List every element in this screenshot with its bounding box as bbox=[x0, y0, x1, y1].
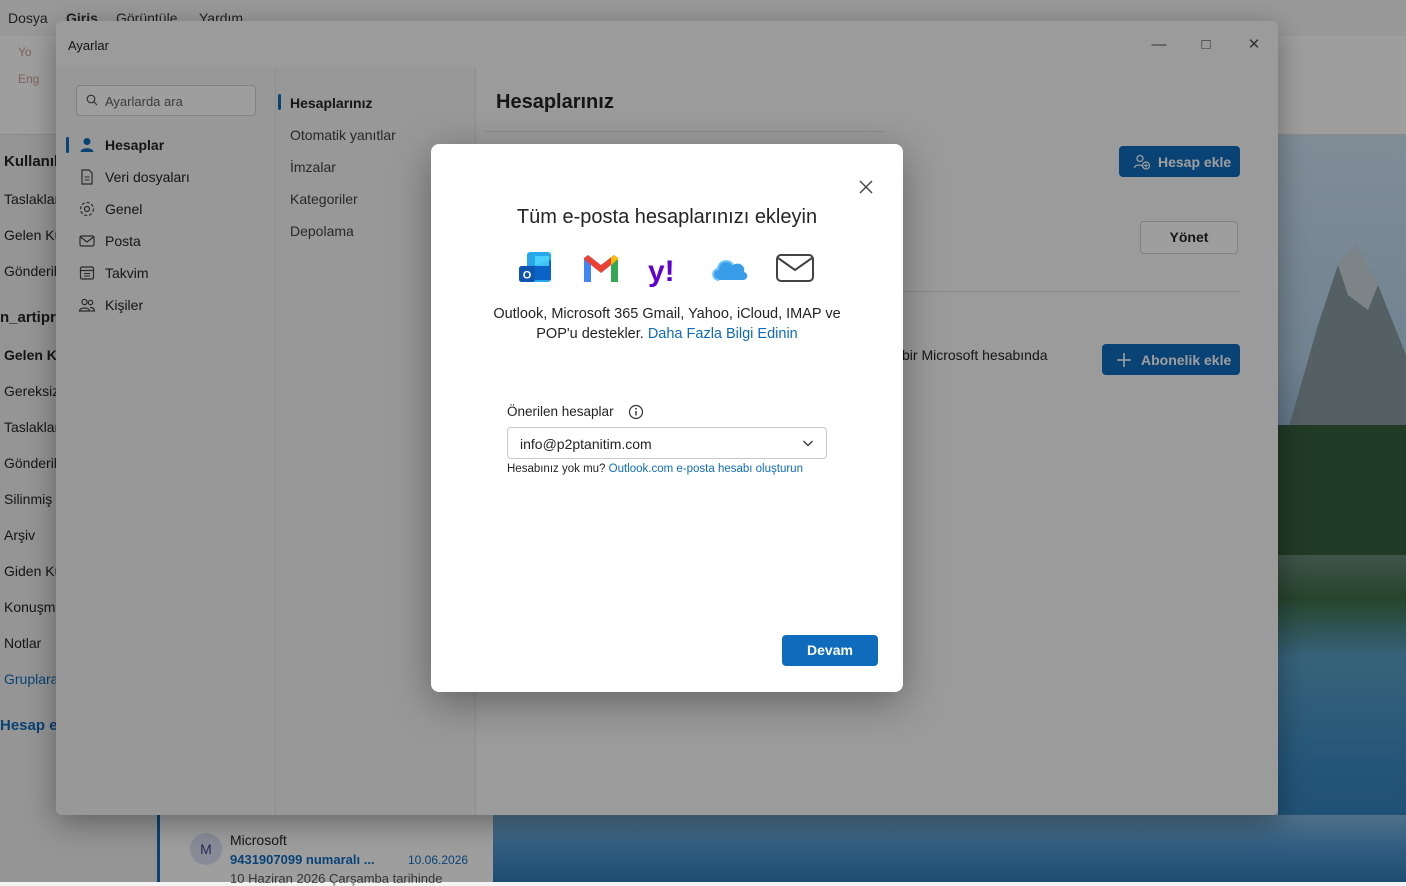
yahoo-icon: y! bbox=[648, 255, 675, 288]
add-account-dialog: Tüm e-posta hesaplarınızı ekleyin O y! O… bbox=[431, 144, 903, 692]
learn-more-link[interactable]: Daha Fazla Bilgi Edinin bbox=[648, 326, 798, 342]
dialog-description: Outlook, Microsoft 365 Gmail, Yahoo, iCl… bbox=[491, 304, 843, 344]
gmail-icon bbox=[584, 255, 618, 282]
suggested-accounts-dropdown[interactable]: info@p2ptanitim.com bbox=[507, 427, 827, 459]
dialog-title: Tüm e-posta hesaplarınızı ekleyin bbox=[516, 206, 818, 228]
outlook-icon: O bbox=[519, 252, 551, 282]
icloud-icon bbox=[712, 260, 748, 281]
chevron-down-icon bbox=[803, 440, 813, 447]
close-icon[interactable] bbox=[855, 176, 877, 198]
info-icon[interactable] bbox=[628, 404, 644, 420]
svg-text:y!: y! bbox=[648, 255, 675, 288]
create-account-link[interactable]: Outlook.com e-posta hesabı oluşturun bbox=[609, 463, 803, 475]
selected-account-value: info@p2ptanitim.com bbox=[520, 436, 652, 452]
mail-envelope-icon bbox=[776, 254, 814, 282]
no-account-row: Hesabınız yok mu? Outlook.com e-posta he… bbox=[507, 463, 803, 475]
continue-button[interactable]: Devam bbox=[782, 635, 878, 666]
no-account-text: Hesabınız yok mu? bbox=[507, 463, 606, 475]
svg-text:O: O bbox=[523, 270, 532, 282]
suggested-accounts-label: Önerilen hesaplar bbox=[507, 404, 614, 419]
